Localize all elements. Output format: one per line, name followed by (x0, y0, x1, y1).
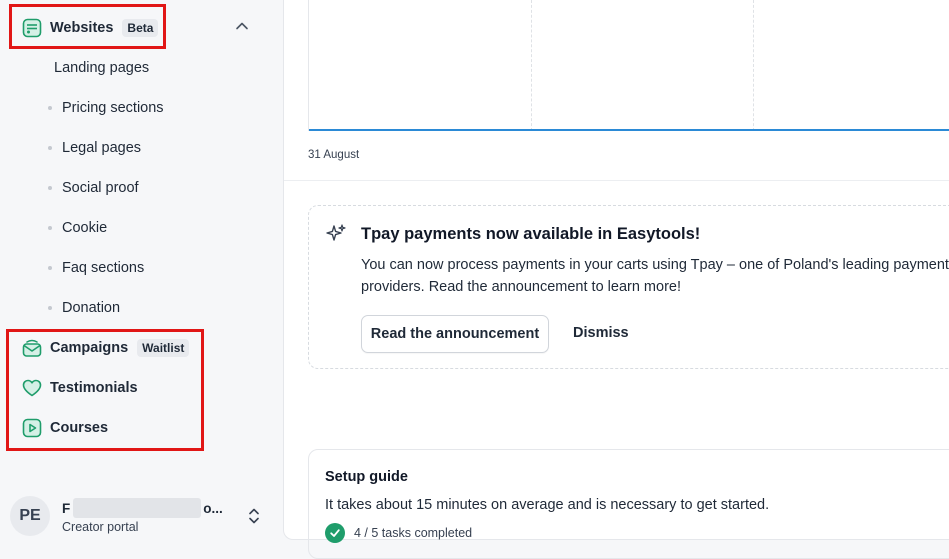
chart-gridline (753, 0, 754, 131)
sidebar-subitem-label: Social proof (62, 180, 139, 196)
account-name: F o... (62, 498, 223, 518)
sidebar-subitem-label: Landing pages (54, 60, 150, 76)
progress-text: 4 / 5 tasks completed (354, 526, 473, 540)
setup-guide-title: Setup guide (325, 469, 408, 485)
bullet-icon (48, 146, 52, 150)
highlight-box-websites (9, 4, 166, 49)
sidebar-subitem-pricing-sections[interactable]: Pricing sections (48, 100, 164, 116)
account-subtitle: Creator portal (62, 520, 139, 534)
account-switcher[interactable]: PE F o... Creator portal (10, 495, 272, 537)
sidebar-subitem-label: Donation (62, 300, 121, 316)
chart-area (308, 0, 949, 131)
announcement-title: Tpay payments now available in Easytools… (361, 225, 701, 243)
divider (284, 180, 949, 181)
sidebar: Websites Beta Landing pages Pricing sect… (0, 0, 283, 552)
chart-x-tick-label: 31 August (308, 149, 360, 161)
sidebar-subitem-social-proof[interactable]: Social proof (48, 180, 139, 196)
main-content: 31 August Tpay payments now available in… (283, 0, 949, 559)
sidebar-subitem-cookie[interactable]: Cookie (48, 220, 107, 236)
sidebar-subitem-legal-pages[interactable]: Legal pages (48, 140, 141, 156)
chart-gridline (531, 0, 532, 131)
chart-series-line (309, 129, 949, 131)
account-name-start: F (62, 500, 71, 516)
avatar: PE (10, 496, 50, 536)
sidebar-subitem-faq-sections[interactable]: Faq sections (48, 260, 144, 276)
sidebar-subitem-donation[interactable]: Donation (48, 300, 120, 316)
dismiss-button[interactable]: Dismiss (573, 325, 629, 341)
bullet-icon (48, 226, 52, 230)
announcement-body: You can now process payments in your car… (361, 257, 949, 295)
bullet-icon (48, 306, 52, 310)
sidebar-subitem-label: Cookie (62, 220, 108, 236)
sidebar-subitem-landing-pages[interactable]: Landing pages (54, 60, 149, 76)
setup-guide-description: It takes about 15 minutes on average and… (325, 497, 770, 513)
announcement-card: Tpay payments now available in Easytools… (308, 205, 949, 369)
redacted-name (73, 498, 202, 518)
bullet-icon (48, 266, 52, 270)
check-icon (325, 523, 345, 543)
chevron-up-down-icon[interactable] (246, 506, 262, 531)
bullet-icon (48, 106, 52, 110)
sidebar-subitem-label: Pricing sections (62, 100, 164, 116)
bullet-icon (48, 186, 52, 190)
sidebar-subitem-label: Legal pages (62, 140, 142, 156)
sidebar-subitem-label: Faq sections (62, 260, 145, 276)
account-name-end: o... (203, 500, 223, 516)
chevron-up-icon[interactable] (234, 18, 250, 34)
setup-guide-progress: 4 / 5 tasks completed (325, 523, 472, 543)
highlight-box-campaigns-courses (6, 329, 204, 451)
read-announcement-button[interactable]: Read the announcement (361, 315, 549, 353)
setup-guide-card[interactable]: Setup guide It takes about 15 minutes on… (308, 449, 949, 559)
sparkle-icon (325, 223, 347, 250)
